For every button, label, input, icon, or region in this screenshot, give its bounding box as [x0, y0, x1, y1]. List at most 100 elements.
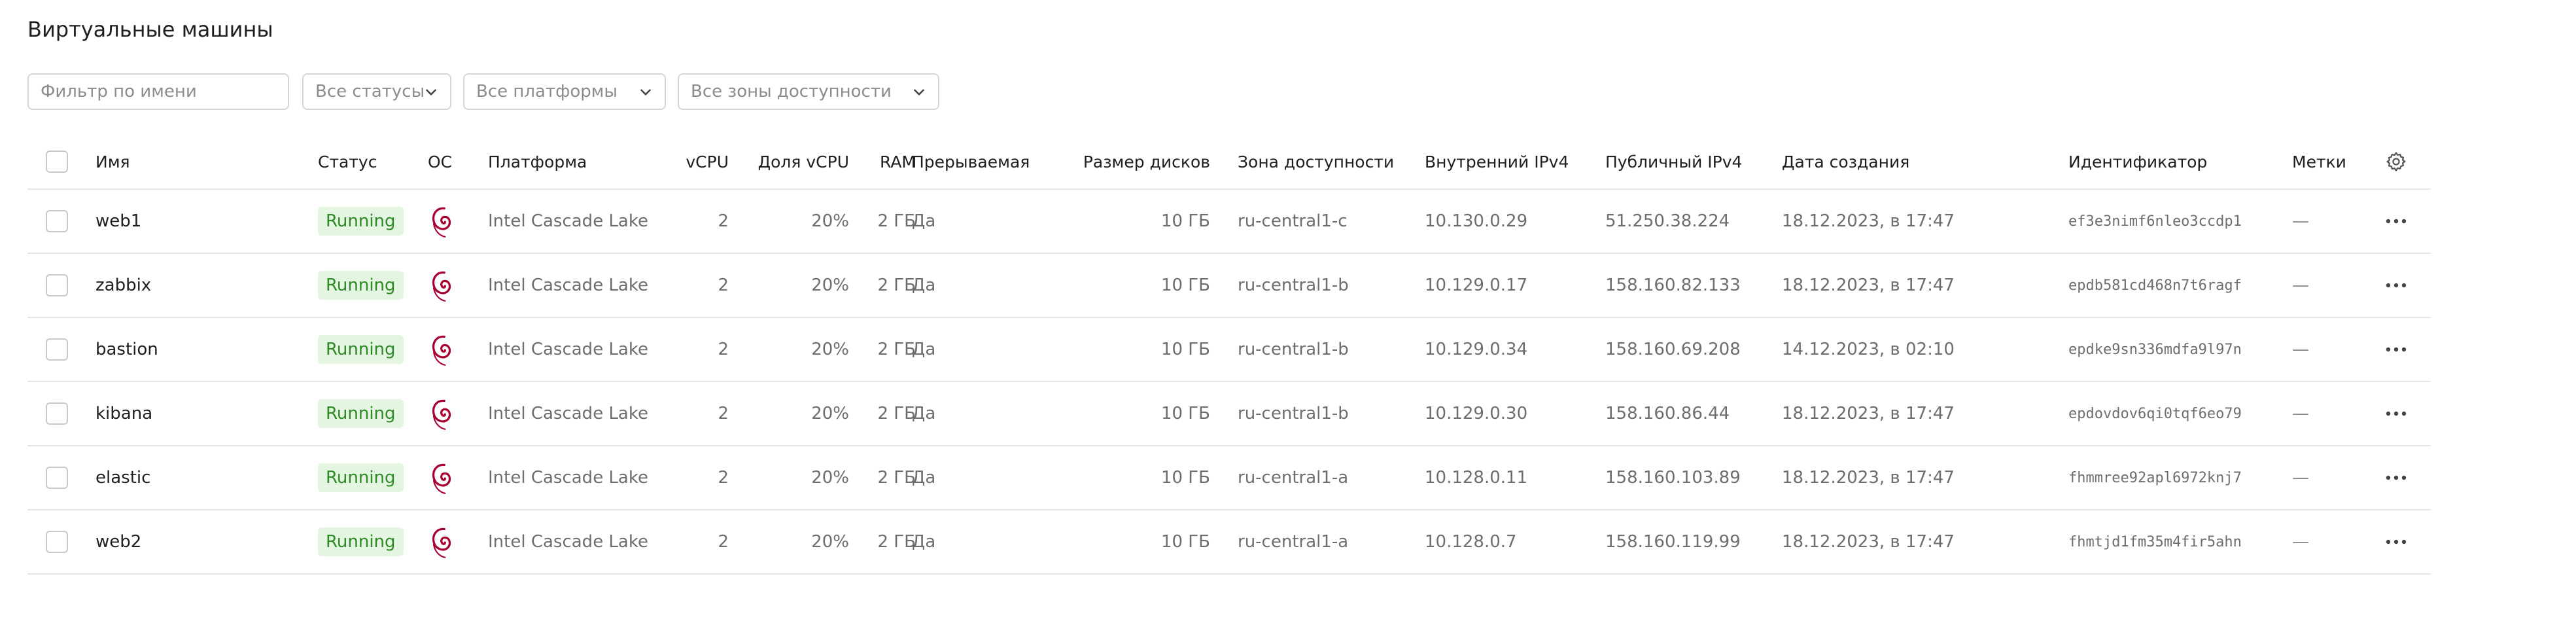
more-horizontal-icon[interactable]	[2385, 410, 2407, 417]
vcpu-share-cell: 20%	[811, 404, 849, 423]
row-menu-cell	[2385, 446, 2407, 509]
platform-cell: Intel Cascade Lake	[488, 276, 648, 295]
table-row[interactable]: bastion Running Intel Cascade Lake 2 20%…	[27, 318, 2431, 382]
status-cell: Running	[318, 254, 404, 317]
status-cell: Running	[318, 318, 404, 381]
os-cell	[428, 190, 457, 253]
preemptible-cell: Да	[912, 276, 936, 295]
vcpu-cell: 2	[718, 404, 729, 423]
row-menu-cell	[2385, 190, 2407, 253]
zone-cell: ru-central1-c	[1238, 211, 1348, 231]
column-header-platform[interactable]: Платформа	[488, 135, 587, 188]
table-row[interactable]: web2 Running Intel Cascade Lake 2 20% 2 …	[27, 510, 2431, 575]
column-header-id[interactable]: Идентификатор	[2068, 135, 2207, 188]
platform-filter-select[interactable]: Все платформы	[463, 73, 666, 110]
vm-name[interactable]: kibana	[96, 382, 152, 445]
disk-size-cell: 10 ГБ	[1160, 211, 1210, 231]
status-badge: Running	[318, 527, 404, 556]
debian-swirl-icon	[432, 527, 451, 558]
gear-icon[interactable]	[2385, 151, 2407, 173]
zone-filter-select[interactable]: Все зоны доступности	[678, 73, 939, 110]
status-cell: Running	[318, 446, 404, 509]
row-checkbox[interactable]	[46, 210, 68, 232]
chevron-down-icon	[640, 89, 651, 96]
more-horizontal-icon[interactable]	[2385, 218, 2407, 224]
row-select-cell	[46, 446, 68, 509]
zone-cell: ru-central1-a	[1238, 532, 1349, 552]
created-cell: 18.12.2023, в 17:47	[1782, 468, 1955, 488]
table-row[interactable]: elastic Running Intel Cascade Lake 2 20%…	[27, 446, 2431, 510]
row-checkbox[interactable]	[46, 338, 68, 361]
status-filter-value: Все статусы	[315, 82, 425, 101]
vm-name[interactable]: web1	[96, 190, 141, 253]
settings-cell	[2385, 135, 2407, 188]
created-cell: 14.12.2023, в 02:10	[1782, 340, 1955, 359]
column-header-internal-ipv4[interactable]: Внутренний IPv4	[1425, 135, 1569, 188]
public-ipv4-cell: 158.160.82.133	[1605, 276, 1741, 295]
os-cell	[428, 510, 457, 573]
column-header-created[interactable]: Дата создания	[1782, 135, 1909, 188]
select-all-cell	[46, 135, 68, 188]
select-all-checkbox[interactable]	[46, 151, 68, 173]
zone-cell: ru-central1-a	[1238, 468, 1349, 488]
platform-cell: Intel Cascade Lake	[488, 340, 648, 359]
table-row[interactable]: kibana Running Intel Cascade Lake 2 20% …	[27, 382, 2431, 446]
zone-cell: ru-central1-b	[1238, 404, 1349, 423]
more-horizontal-icon[interactable]	[2385, 346, 2407, 353]
platform-cell: Intel Cascade Lake	[488, 532, 648, 552]
ram-cell: 2 ГБ	[877, 340, 916, 359]
column-header-name[interactable]: Имя	[96, 135, 130, 188]
status-filter-select[interactable]: Все статусы	[302, 73, 451, 110]
chevron-down-icon	[914, 89, 924, 96]
public-ipv4-cell: 158.160.103.89	[1605, 468, 1741, 488]
column-header-public-ipv4[interactable]: Публичный IPv4	[1605, 135, 1742, 188]
chevron-down-icon	[426, 89, 436, 96]
column-header-labels[interactable]: Метки	[2292, 135, 2346, 188]
debian-swirl-icon	[432, 207, 451, 238]
more-horizontal-icon[interactable]	[2385, 282, 2407, 289]
public-ipv4-cell: 158.160.86.44	[1605, 404, 1730, 423]
column-header-zone[interactable]: Зона доступности	[1238, 135, 1394, 188]
table-row[interactable]: zabbix Running Intel Cascade Lake 2 20% …	[27, 254, 2431, 318]
vcpu-share-cell: 20%	[811, 532, 849, 552]
vm-name[interactable]: zabbix	[96, 254, 151, 317]
ram-cell: 2 ГБ	[877, 404, 916, 423]
more-horizontal-icon[interactable]	[2385, 539, 2407, 545]
column-header-disk-size[interactable]: Размер дисков	[1083, 135, 1210, 188]
vm-name[interactable]: web2	[96, 510, 141, 573]
id-cell: epdovdov6qi0tqf6eo79	[2068, 405, 2242, 422]
row-checkbox[interactable]	[46, 467, 68, 489]
name-filter-placeholder: Фильтр по имени	[41, 82, 197, 101]
vm-name[interactable]: bastion	[96, 318, 158, 381]
debian-swirl-icon	[432, 463, 451, 494]
column-header-vcpu-share[interactable]: Доля vCPU	[734, 135, 849, 188]
created-cell: 18.12.2023, в 17:47	[1782, 404, 1955, 423]
row-checkbox[interactable]	[46, 531, 68, 553]
vcpu-share-cell: 20%	[811, 468, 849, 488]
row-checkbox[interactable]	[46, 402, 68, 425]
column-header-status[interactable]: Статус	[318, 135, 377, 188]
column-header-os[interactable]: ОС	[428, 135, 452, 188]
table-row[interactable]: web1 Running Intel Cascade Lake 2 20% 2 …	[27, 190, 2431, 254]
debian-swirl-icon	[432, 271, 451, 302]
platform-cell: Intel Cascade Lake	[488, 404, 648, 423]
name-filter-input[interactable]: Фильтр по имени	[27, 73, 289, 110]
status-badge: Running	[318, 463, 404, 492]
column-header-vcpu[interactable]: vCPU	[655, 135, 729, 188]
internal-ipv4-cell: 10.129.0.34	[1425, 340, 1528, 359]
status-badge: Running	[318, 399, 404, 428]
column-header-ram[interactable]: RAM	[849, 135, 916, 188]
row-select-cell	[46, 318, 68, 381]
row-checkbox[interactable]	[46, 274, 68, 296]
vcpu-cell: 2	[718, 276, 729, 295]
column-header-preemptible[interactable]: Прерываемая	[912, 135, 1030, 188]
more-horizontal-icon[interactable]	[2385, 474, 2407, 481]
status-cell: Running	[318, 382, 404, 445]
id-cell: fhmmree92apl6972knj7	[2068, 469, 2242, 486]
internal-ipv4-cell: 10.129.0.17	[1425, 276, 1528, 295]
ram-cell: 2 ГБ	[877, 276, 916, 295]
zone-filter-value: Все зоны доступности	[691, 82, 892, 101]
vm-name[interactable]: elastic	[96, 446, 150, 509]
preemptible-cell: Да	[912, 404, 936, 423]
labels-cell: —	[2292, 404, 2309, 423]
